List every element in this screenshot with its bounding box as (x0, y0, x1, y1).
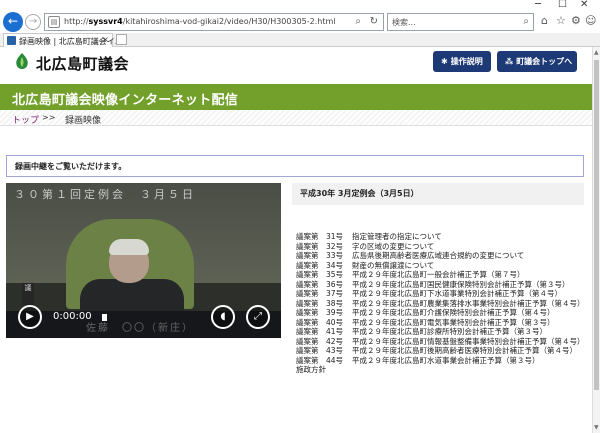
agenda-item-number: 議案第 37号 (296, 289, 344, 298)
play-icon[interactable]: ▶ (18, 305, 42, 329)
scroll-down-icon[interactable]: ▼ (594, 424, 599, 431)
agenda-item-number: 議案第 35号 (296, 270, 344, 279)
forward-arrow-icon[interactable]: → (25, 14, 41, 30)
agenda-item[interactable]: 議案第 43号 平成２９年度北広島町後期高齢者医療特別会計補正予算（第４号） (296, 346, 588, 356)
breadcrumb-current: 録画映像 (65, 116, 102, 126)
breadcrumb-home-link[interactable]: トップ (12, 113, 39, 126)
agenda-item-title: 平成２９年度北広島町介護保険特別会計補正予算（第４号） (352, 308, 555, 317)
page-banner: 北広島町議会映像インターネット配信 (0, 84, 592, 110)
video-player[interactable]: 議 ３０第１回定例会 ３月５日 佐藤 〇〇（新庄） ▶ 0:00:00 ◖ ⤢ (6, 183, 281, 338)
back-arrow-icon[interactable]: ← (3, 12, 23, 32)
window-title-bar: ─ ☐ ✕ (0, 0, 600, 11)
agenda-item-policy[interactable]: 施政方針 (296, 365, 588, 375)
agenda-item-number: 議案第 40号 (296, 317, 344, 327)
town-logo-icon (16, 53, 28, 69)
agenda-item[interactable]: 議案第 39号 平成２９年度北広島町介護保険特別会計補正予算（第４号） (296, 308, 588, 318)
search-icon[interactable]: ⌕ (523, 16, 529, 27)
new-tab-icon[interactable] (116, 34, 127, 45)
minimize-icon[interactable]: ─ (535, 0, 541, 10)
agenda-item-title: 平成２９年度北広島町下水道事業特別会計補正予算（第４号） (352, 289, 562, 298)
video-progress-handle[interactable] (102, 314, 107, 321)
breadcrumb-separator: >> (42, 113, 56, 122)
agenda-list: 議案第 31号 指定管理者の指定について 議案第 32号 字の区域の変更について 議案第… (296, 232, 588, 375)
agenda-item-title: 平成２９年度北広島町水道事業会計補正予算（第３号） (352, 355, 540, 365)
agenda-item-number: 議案第 31号 (296, 232, 344, 241)
agenda-item[interactable]: 議案第 32号 字の区域の変更について (296, 242, 588, 252)
agenda-item-number: 議案第 32号 (296, 241, 344, 251)
council-top-button[interactable]: ⁂ 町議会トップへ (497, 51, 577, 72)
gear-icon: ✱ (441, 57, 448, 66)
breadcrumb: トップ >> 録画映像 (0, 110, 592, 126)
agenda-item-title: 財産の無償譲渡について (352, 260, 435, 270)
agenda-item[interactable]: 議案第 37号 平成２９年度北広島町下水道事業特別会計補正予算（第４号） (296, 289, 588, 299)
agenda-item[interactable]: 議案第 44号 平成２９年度北広島町水道事業会計補正予算（第３号） (296, 356, 588, 366)
agenda-item-number: 議案第 44号 (296, 355, 344, 365)
agenda-item-title: 平成２９年度北広島町国民健康保険特別会計補正予算（第３号） (352, 279, 570, 289)
gear-icon[interactable]: ⚙ (571, 14, 581, 27)
agenda-item-number: 議案第 38号 (296, 298, 344, 308)
refresh-icon[interactable]: ↻ (370, 16, 378, 27)
video-time: 0:00:00 (53, 311, 92, 322)
agenda-item-title: 字の区域の変更について (352, 241, 435, 251)
page-viewport: 北広島町議会 ✱ 操作説明 ⁂ 町議会トップへ 北広島町議会映像インターネット配信 … (0, 47, 592, 433)
agenda-item[interactable]: 議案第 35号 平成２９年度北広島町一般会計補正予算（第７号） (296, 270, 588, 280)
agenda-item[interactable]: 議案第 36号 平成２９年度北広島町国民健康保険特別会計補正予算（第３号） (296, 280, 588, 290)
magnifier-icon[interactable]: ⌕ (355, 16, 361, 27)
agenda-item[interactable]: 議案第 40号 平成２９年度北広島町電気事業特別会計補正予算（第３号） (296, 318, 588, 328)
page-scrollbar[interactable]: ▲ ▼ (592, 47, 600, 433)
agenda-item[interactable]: 議案第 31号 指定管理者の指定について (296, 232, 588, 242)
agenda-item-number: 議案第 34号 (296, 260, 344, 270)
help-button[interactable]: ✱ 操作説明 (433, 51, 491, 72)
url-text: http://syssvr4/kitahiroshima-vod-gikai2/… (64, 17, 336, 26)
search-placeholder: 検索... (392, 18, 416, 27)
org-chart-icon: ⁂ (505, 57, 514, 66)
agenda-item-number: 議案第 43号 (296, 346, 344, 355)
notice-box: 録画中継をご覧いただけます。 (6, 155, 584, 177)
agenda-item[interactable]: 議案第 33号 広島県後期高齢者医療広域連合規約の変更について (296, 251, 588, 261)
agenda-item-title: 平成２９年度北広島町後期高齢者医療特別会計補正予算（第４号） (352, 346, 577, 355)
agenda-item[interactable]: 議案第 41号 平成２９年度北広島町診療所特別会計補正予算（第３号） (296, 327, 588, 337)
smiley-icon[interactable]: ☺ (585, 14, 596, 27)
agenda-item-number: 議案第 42号 (296, 336, 344, 346)
site-favicon-icon (7, 36, 16, 45)
notice-text: 録画中継をご覧いただけます。 (15, 162, 127, 171)
agenda-item[interactable]: 議案第 38号 平成２９年度北広島町農業集落排水事業特別会計補正予算（第４号） (296, 299, 588, 309)
fullscreen-icon[interactable]: ⤢ (246, 305, 270, 329)
agenda-item[interactable]: 議案第 34号 財産の無償譲渡について (296, 261, 588, 271)
home-icon[interactable]: ⌂ (541, 14, 548, 27)
video-speaker-hair (109, 239, 149, 255)
url-field[interactable]: ▤ http://syssvr4/kitahiroshima-vod-gikai… (44, 13, 384, 31)
scroll-thumb[interactable] (594, 60, 599, 390)
banner-title: 北広島町議会映像インターネット配信 (12, 93, 239, 108)
agenda-item-number: 議案第 39号 (296, 308, 344, 317)
session-title: 平成30年 3月定例会（3月5日） (300, 189, 419, 198)
site-title: 北広島町議会 (36, 55, 130, 73)
agenda-item-title: 平成２９年度北広島町一般会計補正予算（第７号） (352, 270, 525, 279)
video-nameplate: 議 (22, 283, 34, 305)
star-icon[interactable]: ☆ (556, 14, 566, 27)
tab-close-icon[interactable]: × (102, 35, 109, 44)
agenda-item-title: 平成２９年度北広島町農業集落排水事業特別会計補正予算（第４号） (352, 298, 585, 308)
agenda-item-title: 広島県後期高齢者医療広域連合規約の変更について (352, 251, 525, 260)
video-caption: ３０第１回定例会 ３月５日 (14, 188, 196, 201)
address-bar-row: ← → ▤ http://syssvr4/kitahiroshima-vod-g… (0, 11, 600, 33)
search-input[interactable]: 検索... ⌕ (387, 13, 534, 31)
video-speaker-name: 佐藤 〇〇（新庄） (86, 323, 194, 334)
page-icon: ▤ (48, 16, 60, 28)
agenda-item-title: 指定管理者の指定について (352, 232, 442, 241)
agenda-item-number: 議案第 36号 (296, 279, 344, 289)
tab-recorded-video[interactable]: 録画映像 | 北広島町議会イ... × (3, 33, 122, 47)
session-header: 平成30年 3月定例会（3月5日） (292, 183, 584, 205)
close-window-icon[interactable]: ✕ (580, 0, 588, 10)
volume-icon[interactable]: ◖ (211, 305, 235, 329)
scroll-up-icon[interactable]: ▲ (594, 49, 599, 56)
maximize-icon[interactable]: ☐ (558, 0, 567, 10)
agenda-item[interactable]: 議案第 42号 平成２９年度北広島町情報基盤整備事業特別会計補正予算（第４号） (296, 337, 588, 347)
agenda-item-number: 議案第 33号 (296, 251, 344, 260)
tab-strip: 録画映像 | 北広島町議会イ... × (0, 33, 600, 47)
agenda-item-title: 平成２９年度北広島町電気事業特別会計補正予算（第３号） (352, 317, 555, 327)
agenda-item-title: 平成２９年度北広島町情報基盤整備事業特別会計補正予算（第４号） (352, 336, 585, 346)
agenda-item-number: 議案第 41号 (296, 327, 344, 336)
agenda-item-title: 平成２９年度北広島町診療所特別会計補正予算（第３号） (352, 327, 547, 336)
